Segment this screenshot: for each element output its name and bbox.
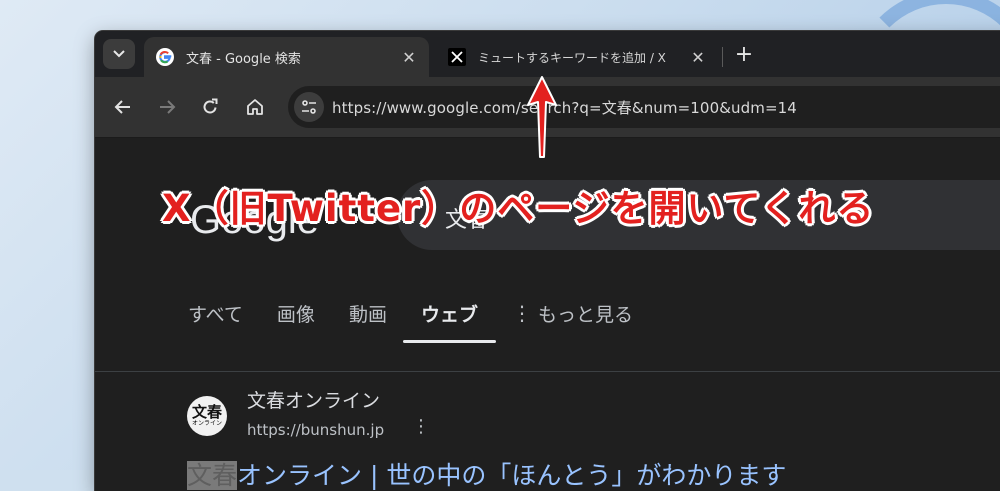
tab-videos[interactable]: 動画: [349, 293, 387, 333]
red-arrow-icon: [527, 76, 557, 158]
result-site-name[interactable]: 文春オンライン: [247, 386, 380, 413]
x-logo-icon: [448, 48, 466, 66]
favicon-subtext: オンライン: [191, 420, 222, 427]
home-icon: [247, 99, 263, 115]
tab-search-button[interactable]: [103, 39, 135, 69]
tab-web[interactable]: ウェブ: [402, 293, 496, 343]
tab-separator: [722, 47, 723, 67]
home-button[interactable]: [239, 91, 271, 123]
forward-button[interactable]: [151, 91, 183, 123]
address-bar[interactable]: https://www.google.com/search?q=文春&num=1…: [288, 86, 1000, 128]
result-site-url[interactable]: https://bunshun.jp: [247, 421, 384, 439]
site-info-button[interactable]: [294, 92, 324, 122]
url-text[interactable]: https://www.google.com/search?q=文春&num=1…: [332, 97, 797, 118]
plus-icon: +: [734, 41, 754, 67]
more-vert-icon: ⋮: [511, 301, 532, 325]
more-label: もっと見る: [537, 303, 633, 326]
tab-x-mute-keywords[interactable]: ミュートするキーワードを追加 / X ✕: [436, 37, 718, 77]
close-icon[interactable]: ✕: [397, 45, 421, 69]
close-icon[interactable]: ✕: [686, 45, 710, 69]
site-favicon[interactable]: 文春 オンライン: [187, 396, 227, 436]
arrow-right-icon: [160, 100, 176, 114]
chevron-down-icon: [113, 50, 125, 58]
tab-title: 文春 - Google 検索: [186, 51, 301, 67]
title-highlight: 文春: [187, 461, 238, 490]
tab-google-search[interactable]: 文春 - Google 検索 ✕: [144, 37, 429, 77]
divider: [95, 371, 1000, 372]
back-button[interactable]: [107, 91, 139, 123]
tab-title: ミュートするキーワードを追加 / X: [478, 50, 666, 65]
google-g-icon: [156, 48, 174, 66]
reload-button[interactable]: [194, 91, 226, 123]
title-rest: オンライン | 世の中の「ほんとう」がわかります: [237, 461, 787, 490]
new-tab-button[interactable]: +: [731, 41, 757, 67]
tab-strip: 文春 - Google 検索 ✕ ミュートするキーワードを追加 / X ✕ +: [95, 31, 1000, 77]
tune-icon: [302, 100, 316, 114]
search-type-tabs: すべて 画像 動画 ウェブ ⋮ もっと見る: [188, 293, 633, 343]
arrow-left-icon: [114, 100, 130, 114]
more-tabs-button[interactable]: ⋮ もっと見る: [512, 300, 633, 327]
result-title-link[interactable]: 文春オンライン | 世の中の「ほんとう」がわかります: [187, 456, 786, 491]
more-vert-icon[interactable]: ⋮: [412, 416, 430, 437]
tab-all[interactable]: すべて: [188, 293, 243, 333]
favicon-text: 文春: [191, 403, 222, 421]
annotation-callout: X（旧Twitter）のページを開いてくれる: [162, 187, 875, 230]
tab-images[interactable]: 画像: [277, 293, 315, 333]
reload-icon: [203, 98, 218, 114]
